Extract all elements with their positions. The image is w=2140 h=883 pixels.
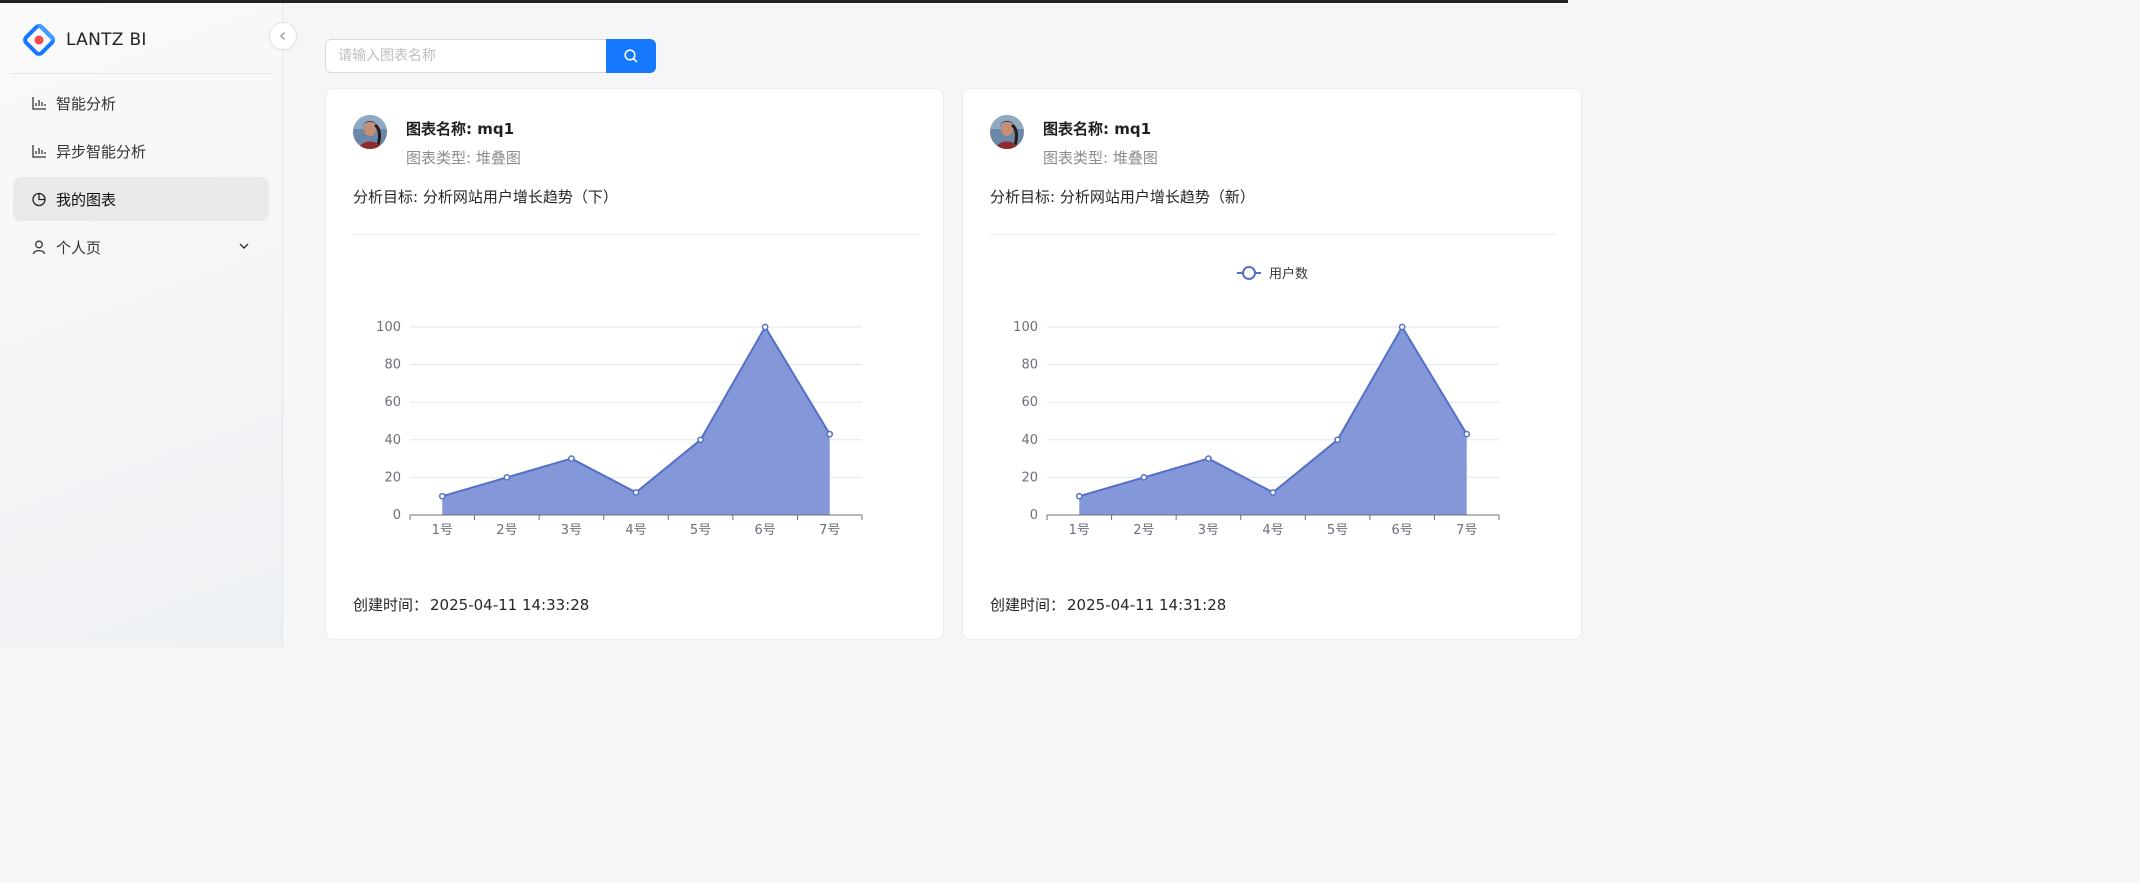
x-tick-label: 2号 [1133,523,1154,538]
sidebar-menu: 智能分析 异步智能分析 我的图表 个人页 [13,81,269,273]
x-tick-label: 5号 [690,523,711,538]
data-point [1205,455,1212,462]
y-tick-label: 100 [376,320,401,335]
bar-chart-icon [31,95,47,111]
search-input[interactable] [325,39,606,73]
analysis-goal: 分析目标: 分析网站用户增长趋势（新） [990,188,1255,206]
data-point [826,430,834,438]
logo-icon [23,23,56,56]
card-divider [353,234,919,235]
y-tick-label: 60 [1021,395,1038,410]
x-tick-label: 2号 [496,523,517,538]
data-point [438,492,446,500]
x-tick-label: 7号 [819,523,840,538]
x-tick-label: 1号 [1069,523,1090,538]
y-tick-label: 20 [384,470,401,485]
sidebar-divider [10,73,272,74]
chart-type: 图表类型: 堆叠图 [406,149,521,167]
data-point [568,455,575,462]
sidebar-collapse-button[interactable] [269,22,297,50]
user-icon [31,239,47,255]
y-tick-label: 80 [1021,358,1038,373]
search-bar [325,39,656,73]
series-area [442,327,830,515]
sidebar: LANTZ BI 智能分析 异步智能分析 我的图表 个人页 [0,3,283,647]
chart-card: 图表名称: mq1 图表类型: 堆叠图 分析目标: 分析网站用户增长趋势（新） … [962,88,1582,640]
search-icon [624,49,638,63]
x-tick-label: 1号 [432,523,453,538]
data-point [697,436,704,444]
sidebar-item-smart-analysis[interactable]: 智能分析 [13,81,269,125]
y-tick-label: 40 [1021,433,1038,448]
logo-text: LANTZ BI [66,30,147,50]
sidebar-item-async-analysis[interactable]: 异步智能分析 [13,129,269,173]
data-point [1140,474,1148,481]
legend-label: 用户数 [1269,266,1308,282]
data-point [503,474,511,481]
y-tick-label: 0 [1030,508,1038,523]
created-time: 创建时间： 2025-04-11 14:33:28 [353,596,590,614]
data-point [1075,492,1083,500]
chart-type: 图表类型: 堆叠图 [1043,149,1158,167]
avatar [990,115,1024,149]
data-point [761,323,769,331]
chevron-left-icon [280,32,285,40]
sidebar-item-label: 智能分析 [56,94,117,113]
bar-chart-icon [31,143,47,159]
data-point [632,489,640,496]
x-tick-label: 4号 [1262,523,1283,538]
created-time: 创建时间： 2025-04-11 14:31:28 [990,596,1227,614]
avatar [353,115,387,149]
chart-title: 图表名称: mq1 [1043,120,1152,138]
x-tick-label: 6号 [1392,523,1413,538]
card-divider [990,234,1556,235]
pie-chart-icon [31,191,47,207]
chart-title: 图表名称: mq1 [406,120,515,138]
area-chart: 0 20 40 60 80 100 1号 2号 3号 4号 5号 6号 7号 用户数 [1013,266,1500,538]
y-tick-label: 100 [1013,320,1038,335]
sidebar-item-label: 异步智能分析 [56,142,147,161]
area-chart: 0 20 40 60 80 100 1号 2号 3号 4号 5号 6号 7号 [376,320,863,538]
search-button[interactable] [606,39,656,73]
x-tick-label: 5号 [1327,523,1348,538]
sidebar-item-label: 个人页 [56,238,102,257]
sidebar-item-my-charts[interactable]: 我的图表 [13,177,269,221]
x-tick-label: 4号 [625,523,646,538]
data-point [1463,430,1471,438]
sidebar-item-label: 我的图表 [56,190,117,209]
x-tick-label: 3号 [561,523,582,538]
data-point [1269,489,1277,496]
data-point [1398,323,1406,331]
sidebar-item-profile[interactable]: 个人页 [13,225,269,269]
series-area [1079,327,1467,515]
chevron-down-icon[interactable] [237,239,251,253]
legend-marker [1242,266,1256,280]
y-tick-label: 60 [384,395,401,410]
chart-card: 图表名称: mq1 图表类型: 堆叠图 分析目标: 分析网站用户增长趋势（下） … [325,88,944,640]
y-tick-label: 80 [384,358,401,373]
x-tick-label: 6号 [755,523,776,538]
x-tick-label: 7号 [1456,523,1477,538]
x-tick-label: 3号 [1198,523,1219,538]
logo[interactable]: LANTZ BI [22,23,147,57]
analysis-goal: 分析目标: 分析网站用户增长趋势（下） [353,188,618,206]
y-tick-label: 0 [393,508,401,523]
y-tick-label: 20 [1021,470,1038,485]
y-tick-label: 40 [384,433,401,448]
data-point [1334,436,1341,444]
